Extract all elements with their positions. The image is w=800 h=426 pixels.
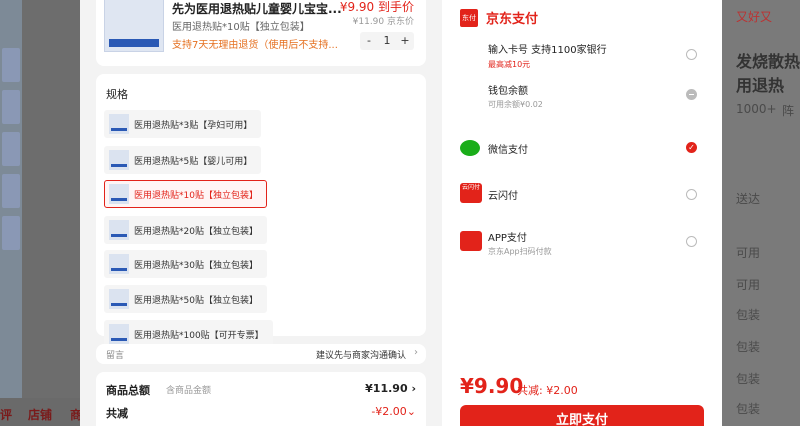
spec-thumbnail	[109, 254, 129, 274]
pay-option-wallet-sub: 可用余额¥0.02	[488, 100, 543, 109]
product-original-price: ¥11.90 京东价	[352, 17, 414, 27]
pay-option-card-label[interactable]: 输入卡号 支持1100家银行	[488, 41, 607, 56]
pay-option-unionpay-radio[interactable]	[686, 189, 697, 200]
background-left-panel: 评 店铺 商	[0, 0, 80, 426]
total-sub-label: 含商品金额	[166, 386, 212, 396]
product-name[interactable]: 先为医用退热贴儿童婴儿宝宝...	[172, 0, 342, 17]
product-spec: 医用退热贴*10贴【独立包装】	[172, 22, 310, 33]
background-nav-item: 商	[70, 408, 80, 422]
product-price: ¥9.90 到手价	[339, 0, 414, 14]
final-price: ¥9.90	[460, 374, 524, 398]
note-label: 留言	[106, 351, 125, 361]
spec-thumbnail	[109, 184, 129, 204]
background-thumbnail	[2, 174, 20, 208]
chevron-right-icon: ›	[411, 382, 416, 395]
background-text: 发烧散热	[736, 52, 800, 71]
pay-option-app-sub: 京东App扫码付款	[488, 247, 552, 256]
quantity-increase-button[interactable]: +	[396, 32, 414, 50]
spec-option[interactable]: 医用退热贴*30贴【独立包装】	[104, 250, 267, 278]
order-panel: 先为医用退热贴儿童婴儿宝宝... 医用退热贴*10贴【独立包装】 支持7天无理由…	[80, 0, 442, 426]
pay-option-wallet-label[interactable]: 钱包余额	[488, 82, 528, 97]
spec-option-label: 医用退热贴*5贴【婴儿可用】	[134, 156, 253, 167]
background-nav-item: 评	[0, 408, 13, 422]
background-text: 用退热	[736, 76, 785, 95]
product-card: 先为医用退热贴儿童婴儿宝宝... 医用退热贴*10贴【独立包装】 支持7天无理由…	[96, 0, 426, 66]
background-nav-item: 店铺	[28, 408, 53, 422]
chevron-down-icon: ⌄	[406, 405, 416, 418]
background-text: 包装	[736, 308, 761, 322]
spec-title: 规格	[106, 88, 128, 101]
spec-card: 规格 医用退热贴*3贴【孕妇可用】 医用退热贴*5贴【婴儿可用】 医用退热贴*1…	[96, 74, 426, 348]
pay-option-card-sub: 最高减10元	[488, 60, 531, 69]
background-text: 1000+	[736, 102, 777, 116]
payment-panel: 东付 京东支付 输入卡号 支持1100家银行 最高减10元 钱包余额 可用余额¥…	[442, 0, 722, 426]
wechat-icon	[460, 140, 480, 156]
pay-option-wechat-label[interactable]: 微信支付	[488, 141, 528, 156]
spec-option[interactable]: 医用退热贴*20贴【独立包装】	[104, 216, 267, 244]
pay-now-button[interactable]: 立即支付	[460, 405, 704, 426]
background-bottom-nav: 评 店铺 商	[0, 398, 80, 426]
final-discount: 共减: ¥2.00	[517, 384, 578, 397]
pay-option-unionpay-label[interactable]: 云闪付	[488, 187, 518, 202]
discount-amount: -¥2.00	[371, 405, 407, 418]
quantity-value[interactable]: 1	[378, 32, 396, 50]
note-row[interactable]: 留言 建议先与商家沟通确认 ›	[96, 344, 426, 364]
pay-option-app-label[interactable]: APP支付	[488, 229, 527, 244]
spec-thumbnail	[109, 289, 129, 309]
jd-pay-logo-icon: 东付	[460, 8, 478, 27]
background-text: 包装	[736, 402, 761, 416]
background-thumbnail	[2, 132, 20, 166]
spec-option[interactable]: 医用退热贴*3贴【孕妇可用】	[104, 110, 262, 138]
discount-label: 共减	[106, 407, 128, 420]
background-thumbnail-strip	[0, 0, 22, 426]
note-value: 建议先与商家沟通确认	[315, 351, 406, 361]
quantity-decrease-button[interactable]: -	[360, 32, 378, 50]
total-value[interactable]: ¥11.90 ›	[365, 382, 416, 395]
chevron-right-icon: ›	[414, 347, 418, 358]
background-thumbnail	[2, 90, 20, 124]
background-text: 包装	[736, 372, 761, 386]
pay-option-app-radio[interactable]	[686, 236, 697, 247]
spec-option-label: 医用退热贴*50贴【独立包装】	[134, 295, 258, 306]
totals-card: 商品总额 含商品金额 ¥11.90 › 共减 -¥2.00⌄	[96, 372, 426, 426]
total-label: 商品总额	[106, 384, 150, 397]
spec-option-label: 医用退热贴*10贴【独立包装】	[134, 190, 258, 201]
spec-option-label: 医用退热贴*30贴【独立包装】	[134, 260, 258, 271]
spec-option-selected[interactable]: 医用退热贴*10贴【独立包装】	[104, 180, 267, 208]
return-policy: 支持7天无理由退货（使用后不支持...	[172, 40, 338, 51]
payment-title: 京东支付	[486, 12, 539, 27]
pay-option-card-radio[interactable]	[686, 49, 697, 60]
background-thumbnail	[2, 48, 20, 82]
background-right-panel: 又好又 发烧散热 用退热 1000+ 阵 送达 可用 可用 包装 包装 包装 包…	[722, 0, 800, 426]
quantity-stepper: - 1 +	[360, 32, 414, 50]
spec-option-label: 医用退热贴*20贴【独立包装】	[134, 226, 258, 237]
spec-thumbnail	[109, 114, 129, 134]
unionpay-icon: 云闪付	[460, 183, 482, 203]
spec-thumbnail	[109, 150, 129, 170]
total-amount: ¥11.90	[365, 382, 408, 395]
spec-option[interactable]: 医用退热贴*50贴【独立包装】	[104, 285, 267, 313]
background-text: 包装	[736, 340, 761, 354]
background-text: 可用	[736, 278, 761, 292]
spec-option-label: 医用退热贴*100贴【可开专票】	[134, 330, 264, 341]
pay-option-wallet-radio	[686, 89, 697, 100]
discount-value[interactable]: -¥2.00⌄	[371, 405, 416, 418]
payment-header: 东付 京东支付	[460, 8, 538, 27]
spec-thumbnail	[109, 220, 129, 240]
spec-option-label: 医用退热贴*3贴【孕妇可用】	[134, 120, 253, 131]
background-text: 可用	[736, 246, 761, 260]
product-image	[104, 0, 164, 52]
background-text: 又好又	[736, 10, 773, 24]
background-text: 阵	[782, 104, 795, 118]
spec-option[interactable]: 医用退热贴*5贴【婴儿可用】	[104, 146, 262, 174]
spec-thumbnail	[109, 324, 129, 344]
background-text: 送达	[736, 192, 761, 206]
background-thumbnail	[2, 216, 20, 250]
app-pay-icon	[460, 231, 482, 251]
pay-option-wechat-radio[interactable]: ✓	[686, 142, 697, 153]
